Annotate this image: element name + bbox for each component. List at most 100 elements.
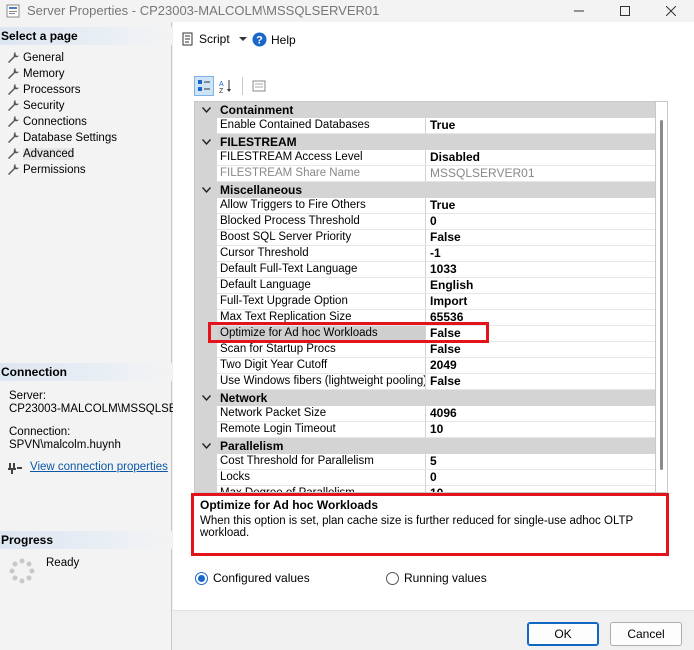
property-value[interactable]: False [426, 230, 655, 246]
property-value[interactable]: 5 [426, 454, 655, 470]
row-gutter [195, 214, 217, 230]
property-value[interactable]: Import [426, 294, 655, 310]
page-item-label: Memory [23, 68, 65, 80]
collapse-chevron-icon[interactable] [202, 107, 211, 113]
property-value[interactable]: Disabled [426, 150, 655, 166]
property-row[interactable]: Blocked Process Threshold 0 [195, 214, 655, 230]
property-row[interactable]: Boost SQL Server Priority False [195, 230, 655, 246]
property-value[interactable]: True [426, 118, 655, 134]
page-item-security[interactable]: Security [0, 98, 172, 114]
property-row[interactable]: FILESTREAM Access Level Disabled [195, 150, 655, 166]
toolbar-separator [242, 77, 243, 95]
page-item-memory[interactable]: Memory [0, 66, 172, 82]
category-row[interactable]: FILESTREAM [195, 134, 655, 150]
property-value[interactable]: 10 [426, 422, 655, 438]
category-gutter[interactable] [195, 182, 217, 198]
property-name: Full-Text Upgrade Option [217, 294, 426, 310]
ok-button[interactable]: OK [527, 622, 599, 646]
connection-header: Connection [0, 363, 172, 381]
property-row[interactable]: Default Full-Text Language 1033 [195, 262, 655, 278]
property-pages-button[interactable] [249, 76, 269, 96]
collapse-chevron-icon[interactable] [202, 187, 211, 193]
categorized-button[interactable] [194, 76, 214, 96]
property-value[interactable]: False [426, 342, 655, 358]
category-row[interactable]: Miscellaneous [195, 182, 655, 198]
page-item-processors[interactable]: Processors [0, 82, 172, 98]
property-value[interactable]: 4096 [426, 406, 655, 422]
property-row[interactable]: Network Packet Size 4096 [195, 406, 655, 422]
property-value[interactable]: 10 [426, 486, 655, 492]
property-row[interactable]: Default Language English [195, 278, 655, 294]
minimize-icon [574, 10, 584, 12]
property-value[interactable]: False [426, 374, 655, 390]
radio-dot[interactable] [386, 571, 399, 585]
maximize-button[interactable] [602, 0, 648, 22]
property-value[interactable]: 2049 [426, 358, 655, 374]
property-value[interactable]: True [426, 198, 655, 214]
property-row[interactable]: Full-Text Upgrade Option Import [195, 294, 655, 310]
category-gutter[interactable] [195, 438, 217, 454]
description-title: Optimize for Ad hoc Workloads [200, 498, 379, 512]
property-row[interactable]: Remote Login Timeout 10 [195, 422, 655, 438]
property-row[interactable]: Optimize for Ad hoc Workloads False [195, 326, 655, 342]
property-name: Remote Login Timeout [217, 422, 426, 438]
connection-value: SPVN\malcolm.huynh [9, 439, 121, 451]
category-gutter[interactable] [195, 102, 217, 118]
view-connection-properties-link[interactable]: View connection properties [30, 461, 168, 473]
category-row[interactable]: Containment [195, 102, 655, 118]
category-gutter[interactable] [195, 134, 217, 150]
help-button[interactable]: ? Help [252, 32, 296, 47]
property-value[interactable]: -1 [426, 246, 655, 262]
radio-dot[interactable] [195, 571, 208, 585]
property-value[interactable]: 0 [426, 214, 655, 230]
property-row[interactable]: Max Text Replication Size 65536 [195, 310, 655, 326]
category-row[interactable]: Network [195, 390, 655, 406]
alphabetical-button[interactable]: A Z [216, 76, 236, 96]
property-value[interactable]: MSSQLSERVER01 [426, 166, 655, 182]
page-item-connections[interactable]: Connections [0, 114, 172, 130]
select-page-header: Select a page [0, 27, 172, 45]
category-row[interactable]: Parallelism [195, 438, 655, 454]
row-gutter [195, 198, 217, 214]
property-row[interactable]: Use Windows fibers (lightweight pooling)… [195, 374, 655, 390]
property-grid-toolbar: A Z [194, 76, 269, 96]
page-item-advanced[interactable]: Advanced [0, 146, 172, 162]
close-icon [665, 5, 677, 17]
property-row[interactable]: Max Degree of Parallelism 10 [195, 486, 655, 492]
chevron-down-icon[interactable] [238, 35, 248, 43]
property-row[interactable]: Cost Threshold for Parallelism 5 [195, 454, 655, 470]
page-item-general[interactable]: General [0, 50, 172, 66]
row-gutter [195, 246, 217, 262]
collapse-chevron-icon[interactable] [202, 139, 211, 145]
property-row[interactable]: Locks 0 [195, 470, 655, 486]
page-item-permissions[interactable]: Permissions [0, 162, 172, 178]
property-name: Use Windows fibers (lightweight pooling) [217, 374, 426, 390]
property-row[interactable]: Enable Contained Databases True [195, 118, 655, 134]
configured-values-radio[interactable]: Configured values [195, 571, 310, 585]
property-row[interactable]: Two Digit Year Cutoff 2049 [195, 358, 655, 374]
property-value[interactable]: False [426, 326, 655, 342]
running-values-radio[interactable]: Running values [386, 571, 487, 585]
property-row[interactable]: Allow Triggers to Fire Others True [195, 198, 655, 214]
property-value[interactable]: 0 [426, 470, 655, 486]
property-grid-scrollbar[interactable] [656, 101, 668, 493]
property-value[interactable]: English [426, 278, 655, 294]
wrench-icon [8, 52, 19, 63]
property-grid[interactable]: Containment Enable Contained Databases Tru… [194, 101, 656, 493]
property-row[interactable]: Scan for Startup Procs False [195, 342, 655, 358]
cancel-button[interactable]: Cancel [610, 622, 682, 646]
property-value[interactable]: 1033 [426, 262, 655, 278]
minimize-button[interactable] [556, 0, 602, 22]
collapse-chevron-icon[interactable] [202, 443, 211, 449]
property-row[interactable]: Cursor Threshold -1 [195, 246, 655, 262]
property-row[interactable]: FILESTREAM Share Name MSSQLSERVER01 [195, 166, 655, 182]
property-value[interactable]: 65536 [426, 310, 655, 326]
row-gutter [195, 342, 217, 358]
close-button[interactable] [648, 0, 694, 22]
scrollbar-thumb[interactable] [660, 120, 663, 470]
property-name: FILESTREAM Share Name [217, 166, 426, 182]
page-item-database-settings[interactable]: Database Settings [0, 130, 172, 146]
category-gutter[interactable] [195, 390, 217, 406]
script-button[interactable]: Script [181, 32, 248, 46]
collapse-chevron-icon[interactable] [202, 395, 211, 401]
